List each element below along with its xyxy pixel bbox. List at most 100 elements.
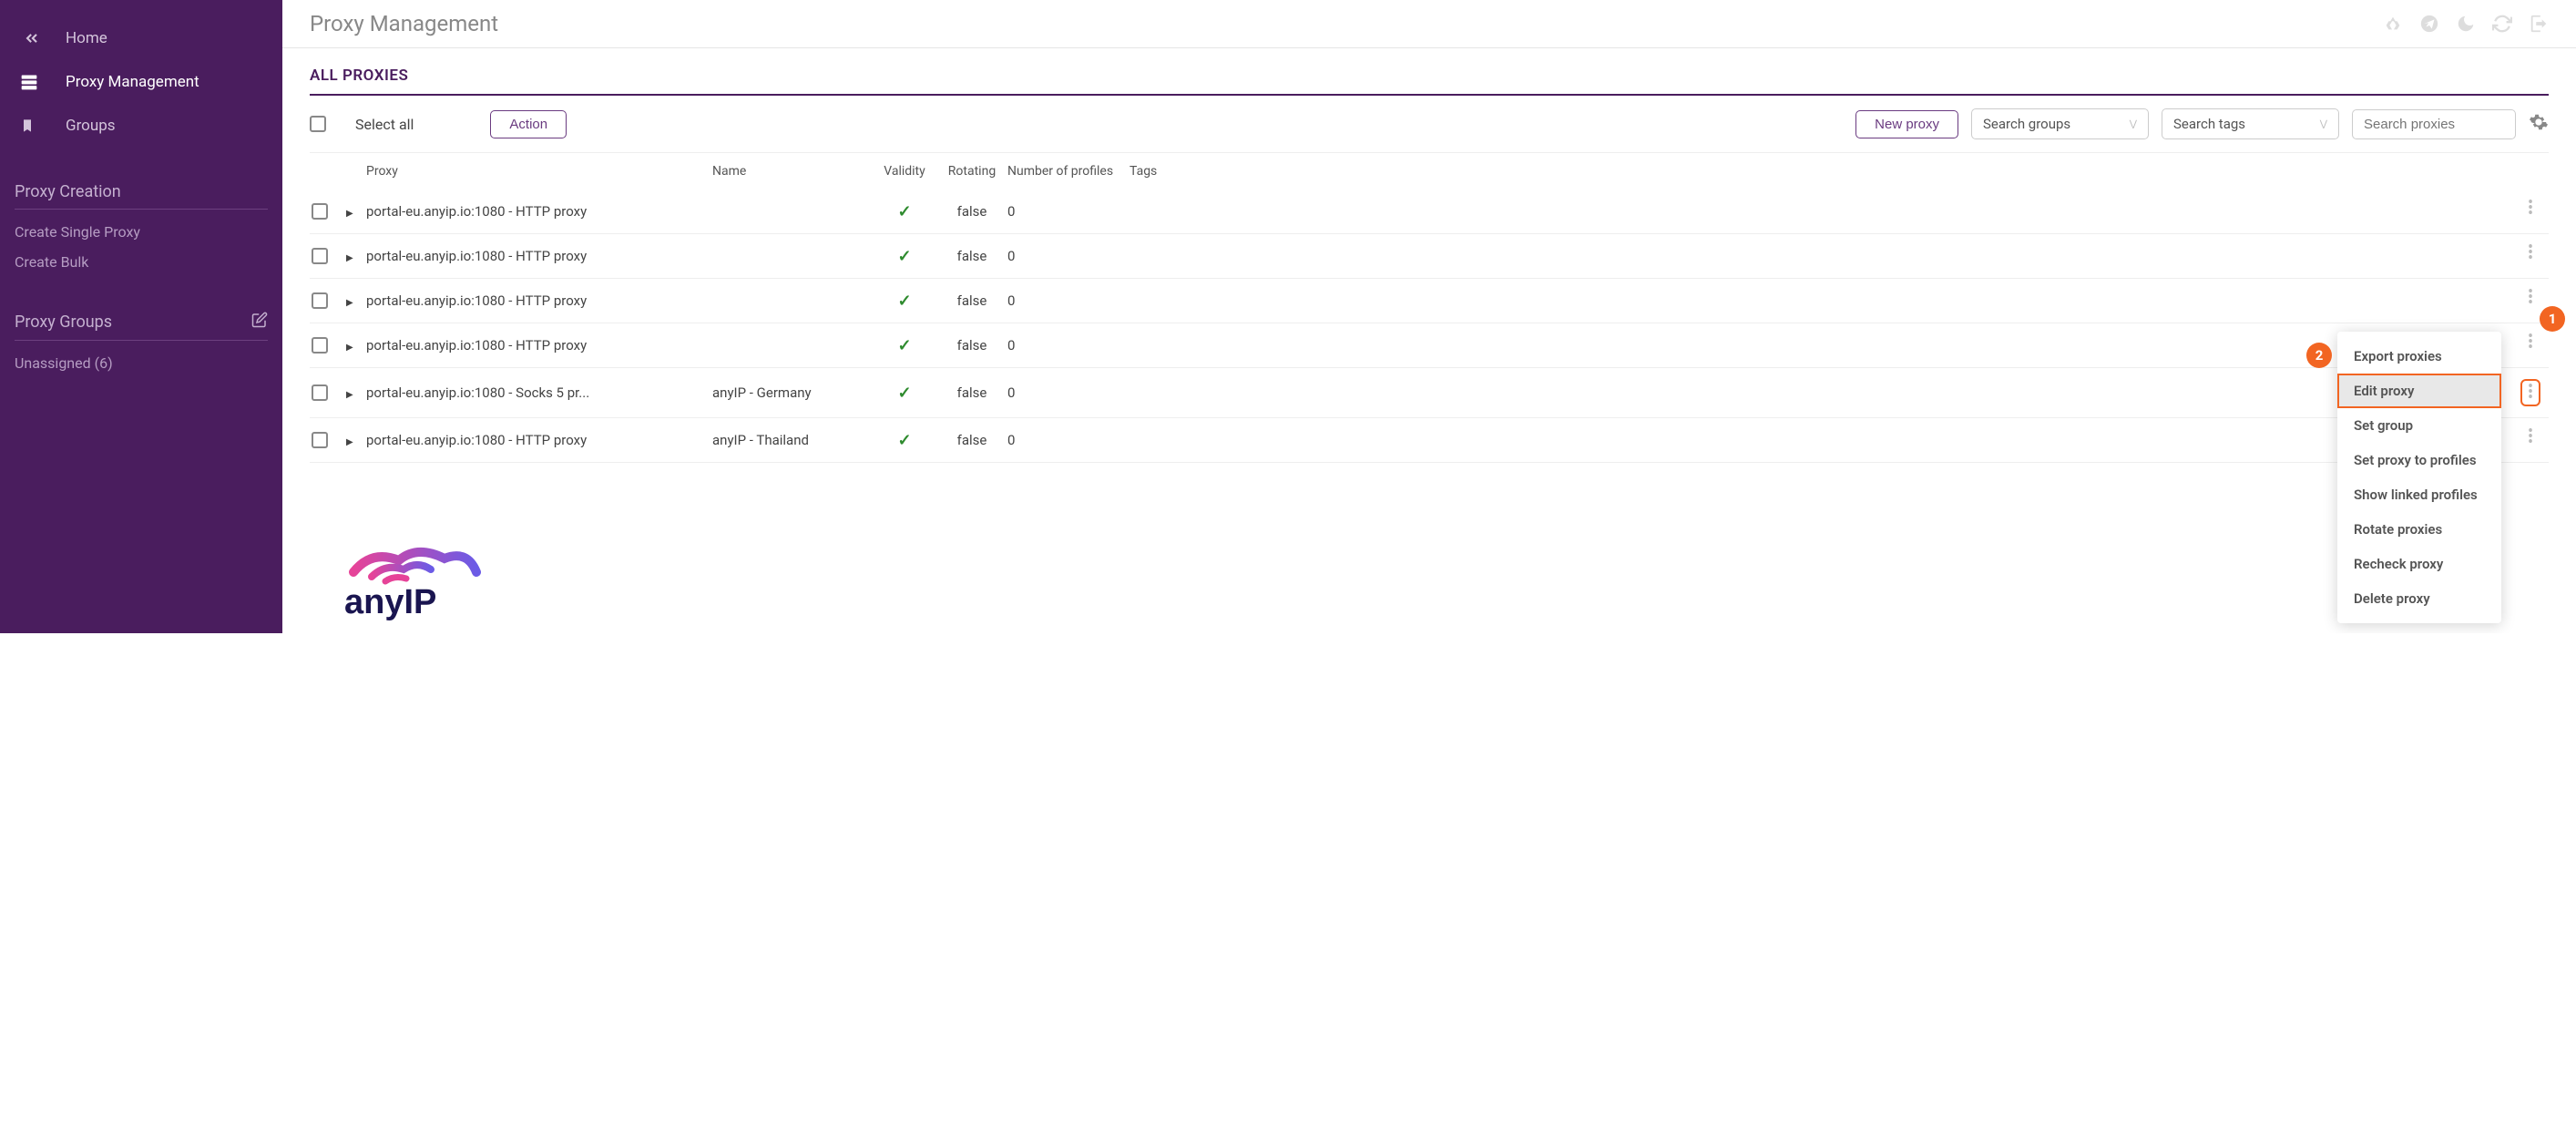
proxy-table: Proxy Name Validity Rotating Number of p… (310, 153, 2549, 463)
col-name: Name (712, 164, 873, 179)
cell-rotating: false (936, 292, 1007, 309)
cell-proxy: portal-eu.anyip.io:1080 - HTTP proxy (366, 248, 712, 264)
expand-caret-icon[interactable]: ▶ (346, 253, 353, 263)
chevron-down-icon: ⋁ (2130, 119, 2137, 129)
cell-profiles: 0 (1007, 432, 1130, 448)
row-checkbox[interactable] (312, 203, 328, 220)
row-checkbox[interactable] (312, 292, 328, 309)
section-header: ALL PROXIES (310, 57, 2549, 96)
row-actions-menu[interactable]: ••• (2528, 334, 2533, 351)
server-icon (20, 73, 47, 91)
gear-icon[interactable] (2529, 112, 2549, 136)
menu-item-set-group[interactable]: Set group (2337, 408, 2501, 443)
cell-validity: ✓ (873, 292, 936, 311)
menu-item-set-proxy-to-profiles[interactable]: Set proxy to profiles (2337, 443, 2501, 477)
chevron-down-icon: ⋁ (2320, 119, 2327, 129)
nav-label: Groups (66, 117, 116, 135)
select-all-checkbox[interactable] (310, 116, 326, 132)
svg-text:anyIP: anyIP (344, 583, 436, 621)
link-create-bulk[interactable]: Create Bulk (15, 247, 268, 277)
cell-name: anyIP - Thailand (712, 432, 873, 448)
table-row: ▶ portal-eu.anyip.io:1080 - HTTP proxy ✓… (310, 323, 2549, 368)
check-icon: ✓ (897, 292, 911, 311)
expand-caret-icon[interactable]: ▶ (346, 298, 353, 308)
cell-rotating: false (936, 337, 1007, 354)
col-rotating: Rotating (936, 164, 1007, 179)
new-proxy-button[interactable]: New proxy (1855, 110, 1958, 138)
cell-proxy: portal-eu.anyip.io:1080 - HTTP proxy (366, 292, 712, 309)
row-checkbox[interactable] (312, 432, 328, 448)
table-header: Proxy Name Validity Rotating Number of p… (310, 153, 2549, 190)
row-actions-menu[interactable]: ••• (2528, 245, 2533, 261)
section-title: Proxy Creation (15, 175, 268, 210)
cell-rotating: false (936, 384, 1007, 401)
expand-caret-icon[interactable]: ▶ (346, 343, 353, 353)
row-actions-menu[interactable]: ••• (2528, 290, 2533, 306)
row-actions-menu[interactable]: ••• (2528, 429, 2533, 446)
cell-rotating: false (936, 203, 1007, 220)
context-menu: Export proxiesEdit proxySet groupSet pro… (2337, 332, 2501, 623)
nav-label: Home (66, 29, 107, 47)
menu-item-delete-proxy[interactable]: Delete proxy (2337, 581, 2501, 616)
menu-item-rotate-proxies[interactable]: Rotate proxies (2337, 512, 2501, 547)
check-icon: ✓ (897, 336, 911, 355)
cell-validity: ✓ (873, 431, 936, 450)
nav-proxy-management[interactable]: Proxy Management (0, 60, 282, 104)
sidebar-proxy-groups: Proxy Groups Unassigned (6) (0, 304, 282, 378)
row-actions-menu[interactable]: ••• (2520, 379, 2540, 406)
table-row: ▶ portal-eu.anyip.io:1080 - HTTP proxy ✓… (310, 190, 2549, 234)
row-checkbox[interactable] (312, 248, 328, 264)
check-icon: ✓ (897, 431, 911, 450)
moon-icon[interactable] (2456, 14, 2476, 34)
expand-caret-icon[interactable]: ▶ (346, 390, 353, 400)
cell-rotating: false (936, 432, 1007, 448)
link-create-single-proxy[interactable]: Create Single Proxy (15, 217, 268, 247)
action-button[interactable]: Action (490, 110, 567, 138)
row-checkbox[interactable] (312, 384, 328, 401)
menu-item-edit-proxy[interactable]: Edit proxy (2337, 374, 2501, 408)
content: ALL PROXIES Select all Action New proxy … (282, 48, 2576, 463)
table-row: ▶ portal-eu.anyip.io:1080 - HTTP proxy ✓… (310, 279, 2549, 323)
expand-caret-icon[interactable]: ▶ (346, 437, 353, 447)
cell-validity: ✓ (873, 202, 936, 221)
callout-2: 2 (2306, 343, 2332, 368)
menu-item-export-proxies[interactable]: Export proxies (2337, 339, 2501, 374)
table-row: ▶ portal-eu.anyip.io:1080 - HTTP proxy ✓… (310, 234, 2549, 279)
cell-profiles: 0 (1007, 248, 1130, 264)
header-icons (2383, 14, 2549, 34)
row-actions-menu[interactable]: ••• (2528, 200, 2533, 217)
check-icon: ✓ (897, 384, 911, 403)
cell-profiles: 0 (1007, 337, 1130, 354)
cell-proxy: portal-eu.anyip.io:1080 - HTTP proxy (366, 432, 712, 448)
search-groups-select[interactable]: Search groups ⋁ (1971, 108, 2149, 139)
col-proxy: Proxy (366, 164, 712, 179)
anyip-logo: anyIP (326, 540, 508, 626)
cell-profiles: 0 (1007, 203, 1130, 220)
logout-icon[interactable] (2529, 14, 2549, 34)
callout-1: 1 (2540, 306, 2565, 332)
sidebar-proxy-creation: Proxy Creation Create Single Proxy Creat… (0, 175, 282, 277)
toolbar: Select all Action New proxy Search group… (310, 96, 2549, 153)
recycle-icon[interactable] (2383, 14, 2403, 34)
link-unassigned[interactable]: Unassigned (6) (15, 348, 268, 378)
nav-home[interactable]: Home (0, 16, 282, 60)
refresh-icon[interactable] (2492, 14, 2512, 34)
cell-proxy: portal-eu.anyip.io:1080 - HTTP proxy (366, 203, 712, 220)
cell-profiles: 0 (1007, 384, 1130, 401)
nav-groups[interactable]: Groups (0, 104, 282, 148)
cell-proxy: portal-eu.anyip.io:1080 - HTTP proxy (366, 337, 712, 354)
cell-validity: ✓ (873, 384, 936, 403)
edit-icon[interactable] (251, 312, 268, 333)
search-tags-select[interactable]: Search tags ⋁ (2162, 108, 2339, 139)
expand-caret-icon[interactable]: ▶ (346, 209, 353, 219)
telegram-icon[interactable] (2419, 14, 2439, 34)
cell-proxy: portal-eu.anyip.io:1080 - Socks 5 pr... (366, 384, 712, 401)
row-checkbox[interactable] (312, 337, 328, 354)
search-proxies-input[interactable] (2352, 109, 2516, 139)
menu-item-show-linked-profiles[interactable]: Show linked profiles (2337, 477, 2501, 512)
select-all-label: Select all (355, 116, 414, 133)
menu-item-recheck-proxy[interactable]: Recheck proxy (2337, 547, 2501, 581)
cell-validity: ✓ (873, 336, 936, 355)
table-row: ▶ portal-eu.anyip.io:1080 - HTTP proxy a… (310, 418, 2549, 463)
sidebar-nav: Home Proxy Management Groups (0, 16, 282, 148)
